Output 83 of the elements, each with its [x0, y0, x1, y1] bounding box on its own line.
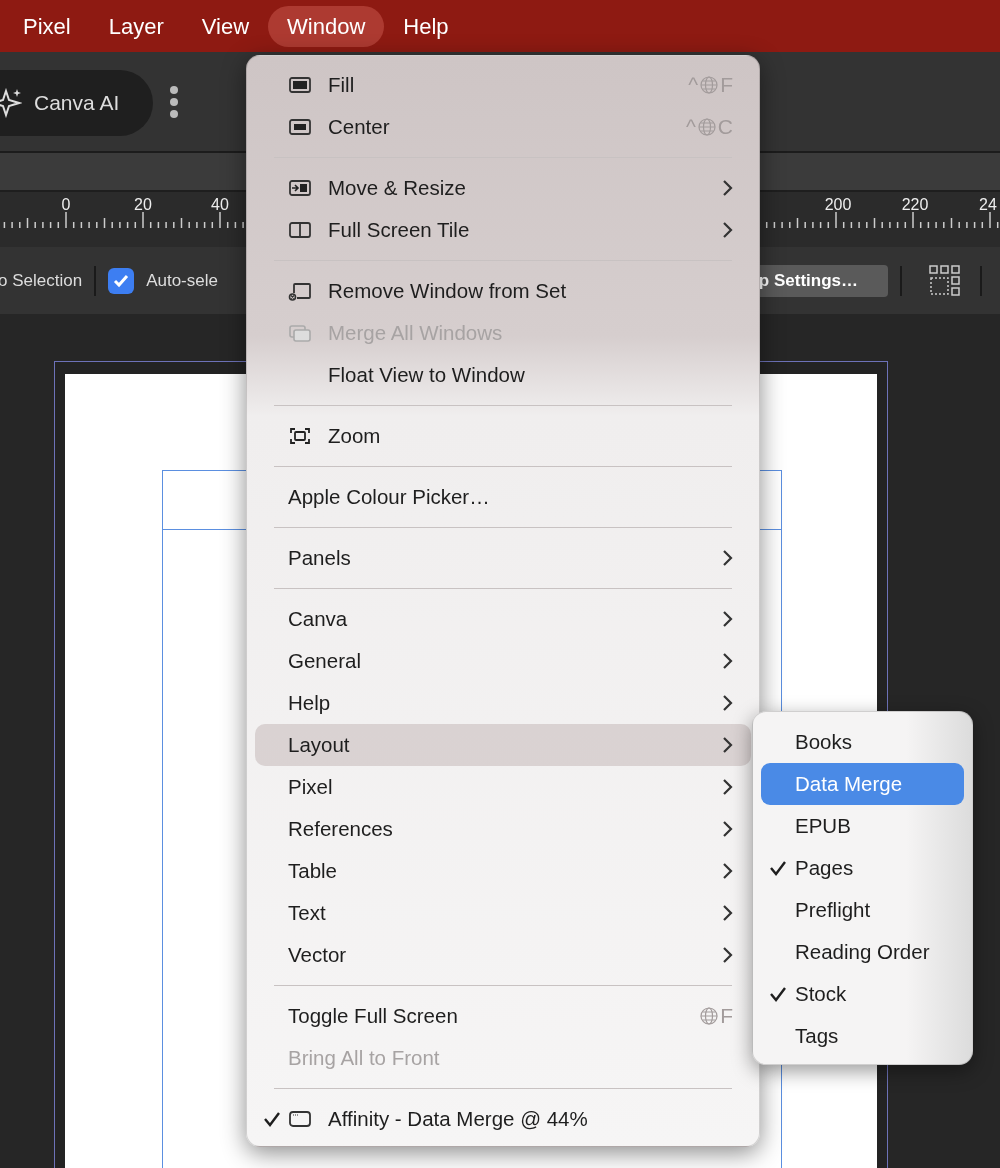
menu-item[interactable]: Apple Colour Picker… [255, 476, 751, 518]
zoom-icon [288, 426, 312, 446]
split-window-icon [288, 220, 312, 240]
grid-select-icon[interactable] [928, 264, 960, 297]
menu-bar-item[interactable]: Help [384, 5, 468, 47]
fill-window-icon [288, 75, 312, 95]
window-icon [288, 1109, 312, 1129]
more-icon[interactable] [169, 84, 180, 119]
move-window-icon [288, 178, 312, 198]
submenu-item[interactable]: Pages [761, 847, 964, 889]
menu-item-label: Bring All to Front [288, 1046, 441, 1070]
menu-item[interactable]: Float View to Window [255, 354, 751, 396]
menu-item-label: Float View to Window [328, 363, 526, 387]
menu-item[interactable]: Table [255, 850, 751, 892]
menu-item[interactable]: Toggle Full Screen F [255, 995, 751, 1037]
modifier-key: ^ [685, 115, 696, 139]
menu-item[interactable]: Panels [255, 537, 751, 579]
ruler-label: 40 [211, 196, 229, 214]
submenu-item[interactable]: Tags [761, 1015, 964, 1057]
submenu-item-label: Reading Order [795, 940, 930, 964]
menu-item-label: Move & Resize [328, 176, 467, 200]
ruler-label: 200 [824, 196, 852, 214]
ruler-label: 20 [134, 196, 152, 214]
menu-item-label: References [288, 817, 394, 841]
menu-item[interactable]: Pixel [255, 766, 751, 808]
menu-item[interactable]: Vector [255, 934, 751, 976]
submenu-item[interactable]: Books [761, 721, 964, 763]
menu-item-label: Panels [288, 546, 352, 570]
menu-bar-item[interactable]: Window [268, 5, 385, 47]
menu-bar-item[interactable]: Layer [89, 5, 183, 47]
modifier-key: ^ [688, 73, 699, 97]
auto-select-checkbox[interactable] [108, 267, 135, 294]
ruler-label: 220 [901, 196, 929, 214]
checkmark-icon [113, 273, 130, 288]
auto-select-label: Auto-sele [146, 270, 218, 291]
ruler-label: 0 [61, 196, 71, 214]
shortcut-key: F [720, 1004, 733, 1028]
menu-item-label: Canva [288, 607, 349, 631]
menu-item[interactable]: Move & Resize [255, 167, 751, 209]
menu-item[interactable]: Canva [255, 598, 751, 640]
menu-item-label: Affinity - Data Merge @ 44% [328, 1107, 589, 1131]
menu-item[interactable]: General [255, 640, 751, 682]
canva-ai-button[interactable]: Canva AI [0, 69, 154, 136]
menu-item[interactable]: References [255, 808, 751, 850]
menu-item-label: Table [288, 859, 338, 883]
stacked-windows-icon [288, 323, 312, 343]
submenu-item-label: Pages [795, 856, 854, 880]
menu-item-label: Vector [288, 943, 348, 967]
menu-item[interactable]: Full Screen Tile [255, 209, 751, 251]
submenu-item[interactable]: Reading Order [761, 931, 964, 973]
menu-bar-item[interactable]: View [182, 5, 269, 47]
submenu-item-label: EPUB [795, 814, 851, 838]
menu-item-label: General [288, 649, 362, 673]
menu-item-label: Center [328, 115, 391, 139]
menu-item[interactable]: Remove Window from Set [255, 270, 751, 312]
menu-item-label: Fill [328, 73, 356, 97]
submenu-item-label: Tags [795, 1024, 839, 1048]
submenu-item-label: Data Merge [795, 772, 903, 796]
menu-item-label: Layout [288, 733, 351, 757]
menu-item[interactable]: Layout [255, 724, 751, 766]
menu-item-label: Pixel [288, 775, 334, 799]
submenu-item-label: Stock [795, 982, 847, 1006]
menu-item-label: Text [288, 901, 327, 925]
submenu-item[interactable]: Stock [761, 973, 964, 1015]
menu-item-label: Zoom [328, 424, 382, 448]
menu-item[interactable]: Zoom [255, 415, 751, 457]
sparkle-icon [0, 87, 22, 118]
menu-item-label: Apple Colour Picker… [288, 485, 491, 509]
ruler-label: 24 [979, 196, 997, 214]
menu-item[interactable]: Text [255, 892, 751, 934]
menu-item-label: Help [288, 691, 332, 715]
center-window-icon [288, 117, 312, 137]
menu-item[interactable]: Affinity - Data Merge @ 44% [255, 1098, 751, 1140]
remove-window-icon [288, 281, 312, 301]
menu-item[interactable]: Help [255, 682, 751, 724]
menu-bar-item[interactable]: Pixel [4, 5, 90, 47]
submenu-item[interactable]: EPUB [761, 805, 964, 847]
submenu-item[interactable]: Preflight [761, 889, 964, 931]
menu-item-label: Toggle Full Screen [288, 1004, 459, 1028]
submenu-item-label: Preflight [795, 898, 871, 922]
menu-item-label: Full Screen Tile [328, 218, 471, 242]
menu-item-label: Remove Window from Set [328, 279, 568, 303]
submenu-item-label: Books [795, 730, 852, 754]
